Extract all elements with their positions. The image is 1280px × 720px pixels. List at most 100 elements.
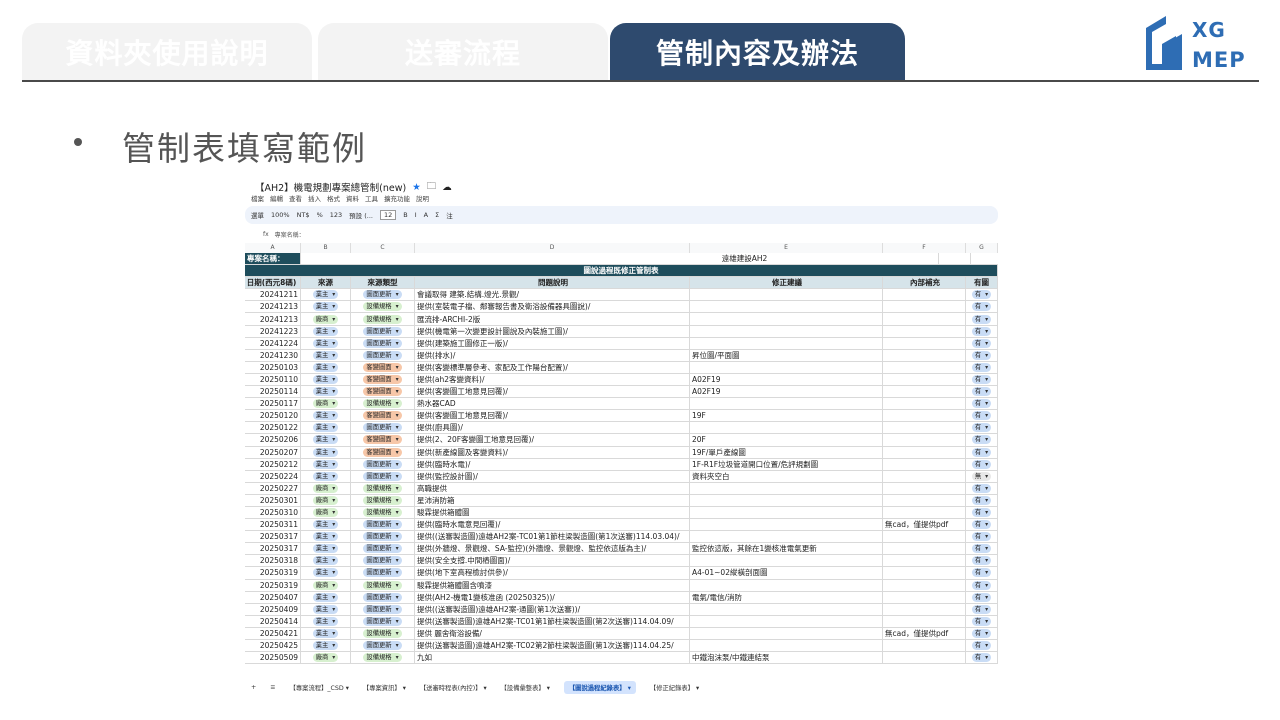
table-cell[interactable]: 20250311 <box>245 519 301 531</box>
table-cell[interactable]: 20250120 <box>245 410 301 422</box>
table-cell[interactable]: 匯流排-ARCHI-2版 <box>415 313 690 325</box>
table-cell[interactable]: 有 <box>966 482 998 494</box>
table-cell[interactable]: 提供(監控設計圖)/ <box>415 470 690 482</box>
table-cell[interactable]: 業主 <box>301 555 351 567</box>
dropdown-chip[interactable]: 有 <box>971 314 992 324</box>
menu-item-7[interactable]: 擴充功能 <box>384 193 410 203</box>
column-letter-D[interactable]: D <box>415 243 690 253</box>
table-cell[interactable]: 有 <box>966 446 998 458</box>
table-cell[interactable]: 20250319 <box>245 567 301 579</box>
dropdown-chip[interactable]: 業主 <box>312 471 339 481</box>
table-cell[interactable]: 提供(臨時水電)/ <box>415 458 690 470</box>
dropdown-chip[interactable]: 廠商 <box>312 483 339 493</box>
dropdown-chip[interactable]: 業主 <box>312 374 339 384</box>
dropdown-chip[interactable]: 廠商 <box>312 580 339 590</box>
table-cell[interactable] <box>883 531 966 543</box>
dropdown-chip[interactable]: 圖面更新 <box>363 568 402 578</box>
table-cell[interactable]: 設備規格 <box>351 652 415 664</box>
table-cell[interactable]: 20250319 <box>245 579 301 591</box>
table-cell[interactable] <box>690 361 883 373</box>
table-cell[interactable] <box>883 506 966 519</box>
table-cell[interactable] <box>883 543 966 555</box>
column-letter-C[interactable]: C <box>351 243 415 253</box>
column-letter-B[interactable]: B <box>301 243 351 253</box>
table-cell[interactable]: 20241224 <box>245 337 301 349</box>
add-sheet-icon[interactable]: + <box>251 684 256 691</box>
table-cell[interactable]: 20250212 <box>245 458 301 470</box>
toolbar-item-3[interactable]: % <box>317 211 323 219</box>
dropdown-chip[interactable]: 廠商 <box>312 495 339 505</box>
table-cell[interactable]: 有 <box>966 349 998 361</box>
table-cell[interactable] <box>883 361 966 373</box>
dropdown-chip[interactable]: 業主 <box>312 350 339 360</box>
table-cell[interactable]: 提供(地下室高程檢討供參)/ <box>415 567 690 579</box>
dropdown-chip[interactable]: 有 <box>971 326 992 336</box>
dropdown-chip[interactable]: 有 <box>971 387 992 397</box>
dropdown-chip[interactable]: 業主 <box>312 362 339 372</box>
table-cell[interactable]: 廠商 <box>301 652 351 664</box>
table-cell[interactable]: 提供(臨時水電意見回覆)/ <box>415 519 690 531</box>
table-cell[interactable]: 業主 <box>301 301 351 313</box>
table-cell[interactable]: 客變圖面 <box>351 386 415 398</box>
table-cell[interactable]: 有 <box>966 615 998 627</box>
table-cell[interactable] <box>690 640 883 652</box>
table-cell[interactable]: 高職提供 <box>415 482 690 494</box>
table-cell[interactable]: 業主 <box>301 361 351 373</box>
sheet-tab-4[interactable]: 【圖說過程紀錄表】 ▾ <box>563 680 636 694</box>
tab-folder-guide[interactable]: 資料夾使用說明 <box>22 23 312 80</box>
table-cell[interactable]: 有 <box>966 640 998 652</box>
table-cell[interactable] <box>883 494 966 506</box>
dropdown-chip[interactable]: 客變圖面 <box>363 411 402 421</box>
dropdown-chip[interactable]: 客變圖面 <box>363 387 402 397</box>
table-cell[interactable] <box>883 349 966 361</box>
table-cell[interactable]: 設備規格 <box>351 579 415 591</box>
dropdown-chip[interactable]: 業主 <box>312 616 339 626</box>
table-cell[interactable]: 提供((送審製造圖)遠雄AH2案-通圖(第1次送審))/ <box>415 603 690 615</box>
table-cell[interactable]: 設備規格 <box>351 506 415 519</box>
toolbar-item-0[interactable]: 選單 <box>251 210 264 220</box>
table-cell[interactable] <box>690 555 883 567</box>
table-cell[interactable]: 提供(安全支撐.中間樁圖面)/ <box>415 555 690 567</box>
dropdown-chip[interactable]: 業主 <box>312 520 339 530</box>
table-cell[interactable]: 業主 <box>301 640 351 652</box>
menu-item-0[interactable]: 檔案 <box>251 193 264 203</box>
table-cell[interactable] <box>883 398 966 410</box>
table-cell[interactable]: 廠商 <box>301 506 351 519</box>
table-cell[interactable]: 客變圖面 <box>351 410 415 422</box>
toolbar-item-7[interactable]: B <box>403 211 407 219</box>
table-cell[interactable]: 有 <box>966 519 998 531</box>
table-cell[interactable] <box>690 325 883 337</box>
table-cell[interactable]: 設備規格 <box>351 482 415 494</box>
column-letter-G[interactable]: G <box>966 243 998 253</box>
dropdown-chip[interactable]: 有 <box>971 544 992 554</box>
dropdown-chip[interactable]: 圖面更新 <box>363 326 402 336</box>
table-cell[interactable]: 有 <box>966 289 998 301</box>
table-cell[interactable]: 業主 <box>301 289 351 301</box>
table-cell[interactable]: 19F/單戶產線圖 <box>690 446 883 458</box>
table-cell[interactable]: 提供(廚具圖)/ <box>415 422 690 434</box>
dropdown-chip[interactable]: 設備規格 <box>363 628 402 638</box>
cloud-icon[interactable]: ☁ <box>442 182 452 193</box>
dropdown-chip[interactable]: 業主 <box>312 326 339 336</box>
table-cell[interactable] <box>883 470 966 482</box>
table-cell[interactable]: 圖面更新 <box>351 422 415 434</box>
table-cell[interactable]: 圖面更新 <box>351 349 415 361</box>
table-cell[interactable] <box>883 555 966 567</box>
table-cell[interactable] <box>690 337 883 349</box>
table-cell[interactable]: 圖面更新 <box>351 470 415 482</box>
table-cell[interactable]: 業主 <box>301 337 351 349</box>
table-cell[interactable]: A02F19 <box>690 386 883 398</box>
table-cell[interactable]: 有 <box>966 506 998 519</box>
table-cell[interactable]: 設備規格 <box>351 301 415 313</box>
dropdown-chip[interactable]: 廠商 <box>312 508 339 518</box>
table-cell[interactable]: 20250425 <box>245 640 301 652</box>
table-cell[interactable] <box>883 337 966 349</box>
table-cell[interactable]: 無 <box>966 470 998 482</box>
table-cell[interactable]: 20250317 <box>245 531 301 543</box>
table-cell[interactable]: 20250509 <box>245 652 301 664</box>
table-cell[interactable]: 業主 <box>301 446 351 458</box>
tab-control-content[interactable]: 管制內容及辦法 <box>610 23 905 80</box>
table-cell[interactable]: 熱水器CAD <box>415 398 690 410</box>
dropdown-chip[interactable]: 圖面更新 <box>363 423 402 433</box>
dropdown-chip[interactable]: 業主 <box>312 544 339 554</box>
